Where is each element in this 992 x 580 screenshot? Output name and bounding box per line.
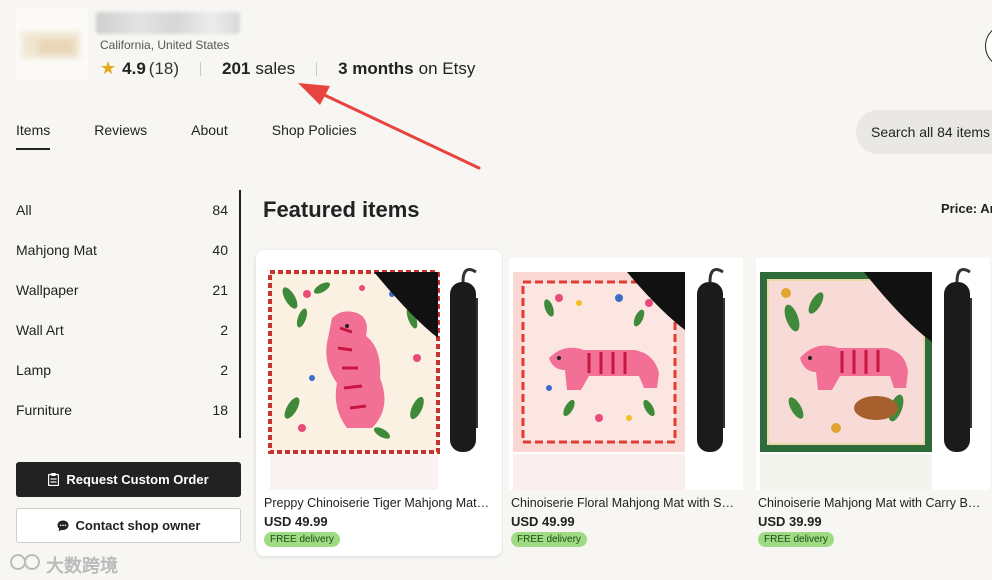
product-image[interactable] <box>262 258 496 490</box>
product-image[interactable] <box>509 258 743 490</box>
category-label: Wallpaper <box>16 282 79 298</box>
star-icon: ★ <box>100 58 117 78</box>
shop-avatar[interactable] <box>16 8 88 80</box>
months-on-etsy-value: 3 months <box>338 58 414 78</box>
category-count: 40 <box>212 242 228 258</box>
rating-value: 4.9 <box>122 58 146 78</box>
stat-divider <box>316 61 318 76</box>
months-on-etsy-label: on Etsy <box>418 58 476 78</box>
watermark: 大数跨境 <box>8 551 118 578</box>
product-title[interactable]: Preppy Chinoiserie Tiger Mahjong Mat wit… <box>264 496 490 510</box>
free-delivery-badge: FREE delivery <box>264 532 340 547</box>
product-card[interactable]: Chinoiserie Mahjong Mat with Carry Bag T… <box>750 250 992 556</box>
category-sidebar: All 84 Mahjong Mat 40 Wallpaper 21 Wall … <box>16 190 241 543</box>
tab-items[interactable]: Items <box>16 122 51 150</box>
favorite-shop-button[interactable] <box>985 24 992 68</box>
clipboard-icon <box>48 473 60 486</box>
product-card[interactable]: Chinoiserie Floral Mahjong Mat with Stor… <box>503 250 749 556</box>
sales-label: sales <box>255 58 296 78</box>
stat-divider <box>200 61 202 76</box>
category-label: Mahjong Mat <box>16 242 97 258</box>
product-price: USD 39.99 <box>758 514 822 529</box>
product-price: USD 49.99 <box>264 514 328 529</box>
product-title[interactable]: Chinoiserie Floral Mahjong Mat with Stor… <box>511 496 737 510</box>
category-list: All 84 Mahjong Mat 40 Wallpaper 21 Wall … <box>16 190 241 438</box>
product-card[interactable]: Preppy Chinoiserie Tiger Mahjong Mat wit… <box>256 250 502 556</box>
sales-count: 201 <box>222 58 251 78</box>
shop-location: California, United States <box>100 38 230 52</box>
watermark-logo-icon <box>8 551 46 578</box>
product-image[interactable] <box>756 258 990 490</box>
product-title[interactable]: Chinoiserie Mahjong Mat with Carry Bag T… <box>758 496 984 510</box>
category-item-lamp[interactable]: Lamp 2 <box>16 350 239 390</box>
search-all-items-input[interactable]: Search all 84 items <box>856 110 992 154</box>
tab-shop-policies[interactable]: Shop Policies <box>272 122 357 150</box>
contact-shop-owner-label: Contact shop owner <box>75 518 201 533</box>
category-count: 84 <box>212 202 228 218</box>
category-count: 2 <box>220 322 228 338</box>
watermark-text: 大数跨境 <box>46 555 118 576</box>
category-item-furniture[interactable]: Furniture 18 <box>16 390 239 430</box>
category-item-all[interactable]: All 84 <box>16 190 239 230</box>
request-custom-order-label: Request Custom Order <box>66 472 209 487</box>
contact-shop-owner-button[interactable]: Contact shop owner <box>16 508 241 543</box>
category-label: All <box>16 202 32 218</box>
category-count: 18 <box>212 402 228 418</box>
category-label: Wall Art <box>16 322 64 338</box>
category-label: Lamp <box>16 362 52 378</box>
category-item-wall-art[interactable]: Wall Art 2 <box>16 310 239 350</box>
free-delivery-badge: FREE delivery <box>511 532 587 547</box>
chat-bubble-icon <box>57 520 69 532</box>
category-count: 21 <box>212 282 228 298</box>
shop-tabs: Items Reviews About Shop Policies <box>16 122 401 150</box>
category-item-wallpaper[interactable]: Wallpaper 21 <box>16 270 239 310</box>
price-filter-dropdown[interactable]: Price: Ar <box>941 201 992 216</box>
product-price: USD 49.99 <box>511 514 575 529</box>
tab-reviews[interactable]: Reviews <box>94 122 147 150</box>
free-delivery-badge: FREE delivery <box>758 532 834 547</box>
shop-stats: ★ 4.9 (18) 201 sales 3 months on Etsy <box>100 58 475 79</box>
request-custom-order-button[interactable]: Request Custom Order <box>16 462 241 497</box>
shop-name-blurred[interactable] <box>96 12 240 34</box>
tab-about[interactable]: About <box>191 122 228 150</box>
category-label: Furniture <box>16 402 73 418</box>
featured-items-heading: Featured items <box>263 197 420 222</box>
category-count: 2 <box>220 362 228 378</box>
rating-count[interactable]: (18) <box>149 59 179 79</box>
category-item-mahjong-mat[interactable]: Mahjong Mat 40 <box>16 230 239 270</box>
